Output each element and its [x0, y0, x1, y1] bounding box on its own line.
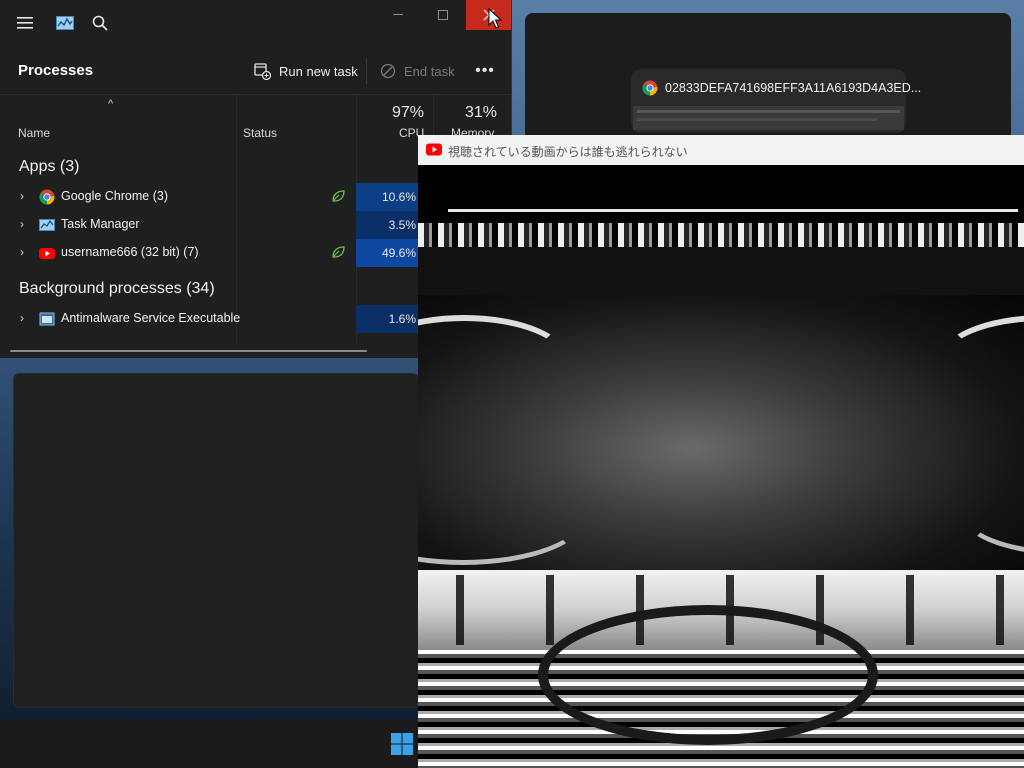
chrome-thumbnail-preview — [633, 106, 904, 130]
column-header-name[interactable]: Name — [18, 126, 50, 140]
chrome-icon — [39, 189, 55, 205]
search-icon[interactable] — [77, 0, 123, 46]
horizontal-scrollbar[interactable] — [10, 350, 367, 352]
blank-window — [13, 373, 419, 708]
glitch-band — [418, 165, 1024, 225]
chevron-right-icon[interactable]: › — [20, 311, 24, 325]
sort-up-icon[interactable]: ^ — [108, 98, 113, 110]
glitch-band — [418, 247, 1024, 297]
process-name: username666 (32 bit) (7) — [61, 245, 199, 259]
video-frame — [418, 165, 1024, 768]
minimize-button[interactable] — [375, 0, 420, 30]
process-row-antimalware[interactable]: › Antimalware Service Executable 1.6% — [0, 305, 420, 333]
command-divider — [366, 58, 367, 84]
maximize-button[interactable] — [420, 0, 465, 30]
run-new-task-button[interactable]: Run new task — [254, 59, 358, 83]
chevron-right-icon[interactable]: › — [20, 245, 24, 259]
end-task-label: End task — [404, 63, 455, 79]
task-manager-icon — [39, 219, 55, 231]
chrome-thumbnail-title: 02833DEFA741698EFF3A11A6193D4A3ED... — [665, 81, 922, 95]
taskbar — [0, 720, 418, 768]
windows-start-icon[interactable] — [390, 732, 414, 756]
process-name: Google Chrome (3) — [61, 189, 168, 203]
cpu-value: 3.5% — [356, 211, 420, 239]
group-header-background: Background processes (34) — [19, 280, 215, 297]
efficiency-mode-leaf-icon — [332, 246, 345, 258]
run-new-task-label: Run new task — [279, 63, 358, 79]
process-name: Antimalware Service Executable — [61, 311, 241, 325]
column-divider — [433, 95, 434, 135]
cpu-value: 49.6% — [356, 239, 420, 267]
chevron-right-icon[interactable]: › — [20, 189, 24, 203]
cpu-total-percent: 97% — [392, 104, 425, 121]
group-header-apps: Apps (3) — [19, 158, 80, 175]
efficiency-mode-leaf-icon — [332, 190, 345, 202]
window-app-icon — [39, 312, 55, 326]
cpu-value: 10.6% — [356, 183, 420, 211]
mouse-cursor-icon — [488, 8, 502, 29]
block-icon — [380, 63, 396, 79]
chrome-icon — [642, 80, 658, 96]
process-row-chrome[interactable]: › Google Chrome (3) 10.6% — [0, 183, 420, 211]
youtube-icon — [39, 248, 55, 259]
memory-total-percent: 31% — [465, 104, 498, 121]
chevron-right-icon[interactable]: › — [20, 217, 24, 231]
end-task-button[interactable]: End task — [380, 59, 455, 83]
task-manager-titlebar — [0, 0, 511, 46]
glitch-band — [418, 223, 1024, 247]
cpu-value: 1.6% — [356, 305, 420, 333]
process-name: Task Manager — [61, 217, 140, 231]
column-header-status[interactable]: Status — [243, 126, 277, 140]
page-title: Processes — [18, 62, 94, 79]
glitch-line — [448, 209, 1018, 212]
video-window-title: 視聴されている動画からは誰も逃れられない — [448, 145, 688, 159]
glitch-arc — [538, 605, 878, 745]
more-options-button[interactable]: ••• — [470, 59, 500, 83]
run-task-icon — [254, 62, 271, 80]
process-row-username666[interactable]: › username666 (32 bit) (7) 49.6% — [0, 239, 420, 267]
process-row-task-manager[interactable]: › Task Manager 3.5% — [0, 211, 420, 239]
youtube-icon — [426, 143, 442, 156]
